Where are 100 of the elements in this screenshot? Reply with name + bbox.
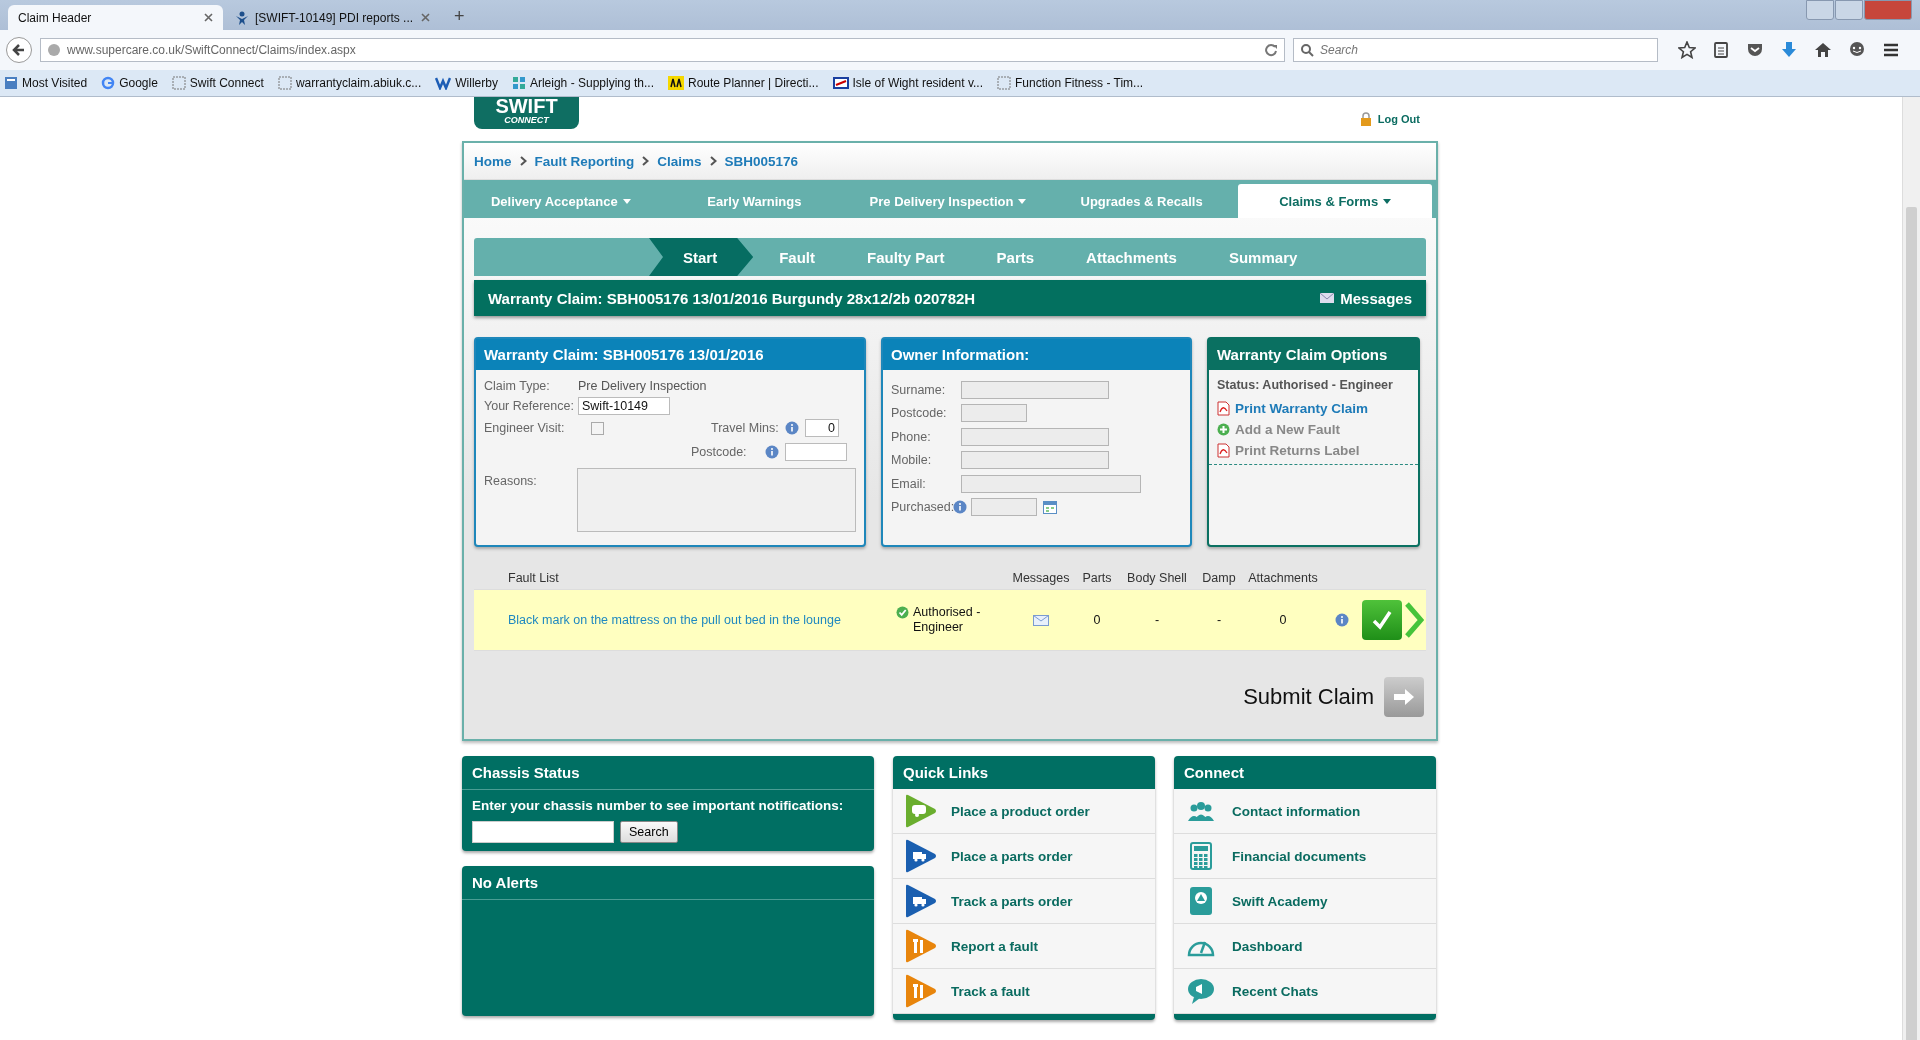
speech-bubble-icon [1186, 977, 1216, 1005]
reading-list-icon[interactable] [1712, 41, 1730, 59]
field-label: Claim Type: [484, 379, 551, 393]
close-button[interactable] [1864, 0, 1912, 20]
quick-link[interactable]: Track a parts order [893, 879, 1155, 924]
travel-mins-field[interactable]: 0 [805, 419, 839, 437]
text-field[interactable] [961, 474, 1141, 493]
search-field[interactable]: Search [1293, 38, 1658, 62]
bookmark-item[interactable]: Most Visited [4, 76, 88, 90]
field-label: Postcode: [691, 445, 748, 459]
column-header: Messages [1011, 571, 1071, 585]
bookmark-item[interactable]: Google [101, 76, 158, 90]
field-label: Surname: [891, 382, 947, 397]
scrollbar[interactable] [1902, 97, 1920, 1040]
field-label: Mobile: [891, 453, 933, 468]
people-icon [1186, 799, 1216, 823]
bookmark-item[interactable]: warrantyclaim.abiuk.c... [277, 76, 422, 90]
field-label: Phone: [891, 429, 932, 444]
info-icon[interactable] [785, 421, 799, 435]
column-header: Parts [1081, 571, 1113, 585]
fault-row[interactable]: Black mark on the mattress on the pull out bed in the lounge Authorised - Engineer 0 - - 0 [474, 590, 1426, 651]
chevron-right-icon[interactable] [1404, 602, 1424, 638]
field-label: Engineer Visit: [484, 421, 566, 435]
info-icon[interactable] [1335, 613, 1349, 627]
chassis-number-field[interactable] [472, 821, 614, 843]
info-icon[interactable] [953, 500, 967, 515]
submit-arrow-button[interactable] [1384, 677, 1424, 717]
quick-link[interactable]: Place a product order [893, 789, 1155, 834]
connect-link[interactable]: Swift Academy [1174, 879, 1436, 924]
menu-icon[interactable] [1882, 41, 1900, 59]
connect-link[interactable]: Dashboard [1174, 924, 1436, 969]
text-field[interactable] [961, 380, 1109, 399]
g-logo-icon [101, 76, 116, 90]
arrow-right-icon [1392, 687, 1416, 707]
search-button[interactable]: Search [620, 821, 678, 843]
w-logo-icon [435, 76, 452, 90]
logout-link[interactable]: Log Out [1358, 112, 1420, 126]
bookmark-item[interactable]: Function Fitness - Tim... [997, 76, 1144, 90]
field-label: Purchased: [891, 500, 953, 515]
close-tab-icon[interactable] [204, 13, 213, 22]
fault-link[interactable]: Black mark on the mattress on the pull out bed in the lounge [508, 612, 841, 628]
nav-tab[interactable]: Claims & Forms [1238, 184, 1432, 218]
bookmark-item[interactable]: Arleigh - Supplying th... [511, 76, 654, 90]
engineer-visit-checkbox[interactable] [591, 421, 604, 435]
column-header: Damp [1201, 571, 1237, 585]
breadcrumb-link[interactable]: Home [474, 153, 512, 169]
text-field[interactable] [961, 404, 1027, 423]
date-field[interactable] [971, 498, 1037, 517]
bookmark-item[interactable]: Route Planner | Directi... [668, 76, 819, 90]
quick-link[interactable]: Report a fault [893, 924, 1155, 969]
envelope-icon[interactable] [1033, 614, 1049, 626]
breadcrumb-link[interactable]: SBH005176 [724, 153, 799, 169]
bookmark-item[interactable]: Willerby [435, 76, 498, 90]
reload-icon[interactable] [1264, 43, 1278, 57]
postcode-field[interactable] [785, 443, 847, 461]
connect-link[interactable]: Contact information [1174, 789, 1436, 834]
breadcrumb-link[interactable]: Claims [657, 153, 702, 169]
connect-link[interactable]: Recent Chats [1174, 969, 1436, 1014]
field-label: Reasons: [484, 473, 538, 488]
new-tab-button[interactable]: + [442, 6, 477, 30]
home-icon[interactable] [1814, 41, 1832, 59]
close-tab-icon[interactable] [421, 13, 430, 22]
info-icon[interactable] [765, 445, 779, 459]
back-button[interactable] [6, 37, 32, 63]
swift-connect-logo[interactable]: SWIFT CONNECT [474, 97, 579, 129]
download-icon[interactable] [1780, 41, 1798, 59]
minimize-button[interactable] [1806, 0, 1834, 20]
panel-title: Connect [1183, 763, 1245, 783]
padlock-icon [1358, 112, 1373, 126]
globe-icon [47, 43, 61, 57]
reference-field[interactable]: Swift-10149 [578, 397, 670, 415]
address-bar[interactable]: www.supercare.co.uk/SwiftConnect/Claims/index.aspx [40, 38, 1285, 62]
column-header: Attachments [1247, 571, 1319, 585]
connect-link[interactable]: Financial documents [1174, 834, 1436, 879]
text-field[interactable] [961, 427, 1109, 446]
chassis-prompt: Enter your chassis number to see important notifications: [472, 798, 845, 813]
restore-button[interactable] [1835, 0, 1863, 20]
pocket-icon[interactable] [1746, 41, 1764, 59]
quick-link[interactable]: Track a fault [893, 969, 1155, 1014]
flag-icon [832, 76, 849, 90]
reasons-field[interactable] [577, 468, 856, 532]
submit-claim-label[interactable]: Submit Claim [1243, 684, 1374, 710]
approve-button[interactable] [1362, 600, 1402, 640]
browser-tab[interactable]: [SWIFT-10149] PDI reports ... [225, 5, 440, 30]
bookmark-item[interactable]: Swift Connect [171, 76, 264, 90]
panel-title: Chassis Status [462, 756, 874, 790]
messages-link[interactable]: Messages [1320, 289, 1412, 307]
quick-link[interactable]: Place a parts order [893, 834, 1155, 879]
step-tab[interactable]: Start [649, 238, 754, 276]
field-label: Email: [891, 476, 927, 491]
bookmarks-icon [4, 76, 18, 90]
star-icon[interactable] [1678, 41, 1696, 59]
browser-tab[interactable]: Claim Header [8, 5, 223, 30]
breadcrumb-link[interactable]: Fault Reporting [534, 153, 635, 169]
text-field[interactable] [961, 451, 1109, 470]
option-link[interactable]: Print Warranty Claim [1217, 398, 1410, 419]
chat-icon[interactable] [1848, 41, 1866, 59]
calendar-icon[interactable] [1043, 500, 1057, 514]
bookmark-item[interactable]: Isle of Wight resident v... [832, 76, 984, 90]
add-icon [1217, 423, 1230, 436]
